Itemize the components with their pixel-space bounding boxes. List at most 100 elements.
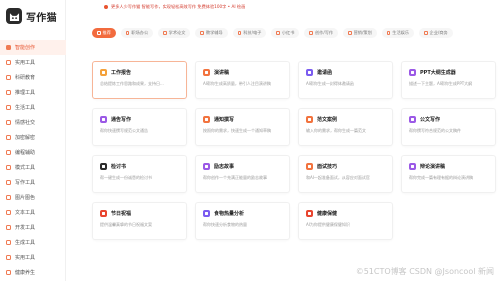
card-description: AI帮你生成一封得体邀请函 [306, 81, 354, 86]
sidebar-item[interactable]: 模式工具 [0, 160, 66, 175]
card-description: 帮一键生成一份诚恳的检讨书 [100, 175, 152, 180]
tab-label: 科技/电子 [243, 30, 262, 35]
category-icon [6, 240, 11, 245]
sidebar-item[interactable]: 推理工具 [0, 85, 66, 100]
tool-icon [100, 115, 107, 123]
tab-label: 创作/写作 [314, 30, 334, 35]
sidebar-item-label: 推理工具 [15, 90, 36, 96]
category-tab[interactable]: 生活娱乐 [381, 28, 415, 38]
sidebar-item[interactable]: 生活工具 [0, 100, 66, 115]
sidebar-item[interactable]: 文本工具 [0, 205, 66, 220]
banner-text: 更多人少写作猫 智能写作，实现轻松高效写作 免费体验100字 • AI 绘画 [111, 4, 246, 9]
card-title: 辩论演讲稿 [420, 163, 446, 170]
card-header: PPT大纲生成器 [409, 68, 488, 76]
category-icon [6, 255, 11, 260]
sidebar-item[interactable]: 科研教育 [0, 70, 66, 85]
sidebar-item[interactable]: 加密解密 [0, 130, 66, 145]
sidebar-item[interactable]: 实用工具 [0, 55, 66, 70]
sidebar-item-label: 写作工具 [15, 180, 36, 186]
category-icon [6, 150, 11, 155]
category-tab[interactable]: 营销/策划 [343, 28, 377, 38]
card-title: 通知撰写 [214, 116, 235, 123]
card-header: 通告写作 [100, 115, 179, 123]
category-tab[interactable]: 推荐 [92, 28, 116, 38]
tab-label: 学术论文 [168, 30, 186, 35]
tab-icon [125, 31, 130, 35]
category-icon [6, 225, 11, 230]
sidebar-item[interactable]: 智能创作 [0, 40, 66, 55]
sidebar-item-label: 模式工具 [15, 165, 36, 171]
tool-card[interactable]: 健康保健 AI为你提供健康保健知识 [298, 202, 393, 240]
tool-icon [306, 209, 313, 217]
tool-card[interactable]: 公文写作 帮你撰写符合规范的公文稿件 [401, 108, 496, 146]
tool-card[interactable]: 通知撰写按照你的需求，快速生成一个通知草稿 [195, 108, 290, 146]
tool-icon [100, 68, 107, 76]
tab-icon [386, 31, 391, 35]
tool-card[interactable]: 辩论演讲稿 帮你完成一篇有理有据的辩论演讲稿 [401, 155, 496, 193]
tool-card[interactable]: 邀请函 AI帮你生成一封得体邀请函 [298, 61, 393, 99]
category-tab[interactable]: 创作/写作 [304, 28, 339, 38]
tool-icon [100, 162, 107, 170]
card-description: 输入你的需求，帮你生成一篇范文 [306, 128, 366, 133]
sidebar-item[interactable]: 健康养生 [0, 265, 66, 280]
tool-icon [203, 115, 210, 123]
card-header: 检讨书 [100, 162, 179, 170]
announcement-icon [104, 5, 108, 9]
category-icon [6, 120, 11, 125]
tool-card[interactable]: 范文案例输入你的需求，帮你生成一篇范文 [298, 108, 393, 146]
category-tab[interactable]: 学术论文 [158, 28, 191, 38]
card-description: AI为你提供健康保健知识 [306, 222, 350, 227]
card-description: 提供温馨真挚的节日祝福文案 [100, 222, 152, 227]
tool-card[interactable]: PPT大纲生成器 描述一下主题，AI帮你生成PPT大纲 [401, 61, 496, 99]
sidebar-item[interactable]: 编程辅助 [0, 145, 66, 160]
cat-logo-icon [6, 8, 22, 24]
category-tab[interactable]: 企业/商务 [419, 28, 453, 38]
tool-card[interactable]: 励志故事 帮你创作一个充满正能量的励志故事 [195, 155, 290, 193]
card-description: 帮你快速撰写规范公文通告 [100, 128, 148, 133]
sidebar-item[interactable]: 生成工具 [0, 235, 66, 250]
tool-icon [409, 115, 416, 123]
announcement-banner[interactable]: 更多人少写作猫 智能写作，实现轻松高效写作 免费体验100字 • AI 绘画 [104, 3, 245, 11]
tool-icon [203, 209, 210, 217]
sidebar: 写作猫 智能创作 实用工具 科研教育 推理工具 生活工具 情感社交 加密解密 编程辅助 模式工具… [0, 0, 66, 281]
tab-icon [97, 31, 101, 35]
tab-icon [276, 31, 280, 35]
card-title: 面试技巧 [317, 163, 338, 170]
sidebar-item[interactable]: 实用工具 [0, 250, 66, 265]
category-tab[interactable]: 教学辅导 [195, 28, 228, 38]
tool-icon [203, 162, 210, 170]
category-tab[interactable]: 小红书 [271, 28, 300, 38]
card-description: AI帮你生成高质量，带引人注目演讲稿 [203, 81, 271, 86]
sidebar-item[interactable]: 图片图色 [0, 190, 66, 205]
category-tab[interactable]: 职场办公 [120, 28, 154, 38]
tab-label: 推荐 [102, 30, 111, 35]
app-name: 写作猫 [26, 12, 57, 24]
tool-card[interactable]: 面试技巧 和AI一起准备面试，从容应对面试官 [298, 155, 393, 193]
tool-card[interactable]: 食物热量分析 帮你快速分析食物的热量 [195, 202, 290, 240]
sidebar-item-label: 健康养生 [15, 270, 36, 276]
category-tab[interactable]: 科技/电子 [232, 28, 267, 38]
category-icon [6, 270, 11, 275]
tool-card[interactable]: 通告写作帮你快速撰写规范公文通告 [92, 108, 187, 146]
card-header: 工作报告 [100, 68, 179, 76]
sidebar-item[interactable]: 情感社交 [0, 115, 66, 130]
card-title: 演讲稿 [214, 69, 230, 76]
tab-label: 小红书 [281, 30, 295, 35]
sidebar-item[interactable]: 开发工具 [0, 220, 66, 235]
logo[interactable]: 写作猫 [6, 8, 57, 24]
card-header: 通知撰写 [203, 115, 282, 123]
tool-card[interactable]: 检讨书帮一键生成一份诚恳的检讨书 [92, 155, 187, 193]
card-title: 健康保健 [317, 210, 338, 217]
tab-label: 教学辅导 [205, 30, 223, 35]
card-description: 按照你的需求，快速生成一个通知草稿 [203, 128, 271, 133]
sidebar-item[interactable]: 写作工具 [0, 175, 66, 190]
tab-icon [348, 31, 352, 35]
card-title: 范文案例 [317, 116, 338, 123]
card-header: 范文案例 [306, 115, 385, 123]
category-icon [6, 60, 11, 65]
tool-card[interactable]: 节日祝福 提供温馨真挚的节日祝福文案 [92, 202, 187, 240]
tool-card[interactable]: 演讲稿 AI帮你生成高质量，带引人注目演讲稿 [195, 61, 290, 99]
card-header: 面试技巧 [306, 162, 385, 170]
card-title: 通告写作 [111, 116, 132, 123]
tool-card[interactable]: 工作报告 总结提炼工作思路和成果，支持日... [92, 61, 187, 99]
